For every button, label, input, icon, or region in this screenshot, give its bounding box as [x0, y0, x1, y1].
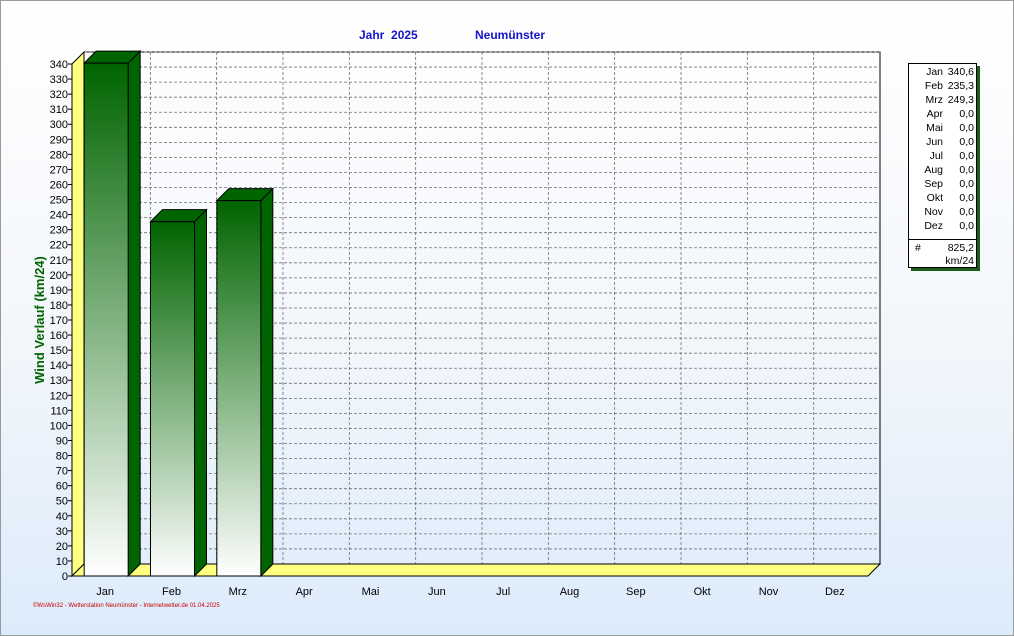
y-tick-label: 340	[50, 59, 68, 71]
legend-row: Nov 0,0	[909, 205, 976, 219]
legend-row: Mai 0,0	[909, 121, 976, 135]
legend-value: 0,0	[959, 206, 974, 218]
y-tick-label: 320	[50, 89, 68, 101]
y-tick-label: 160	[50, 330, 68, 342]
legend-month: Dez	[924, 220, 943, 232]
legend-month: Feb	[924, 80, 943, 92]
bar-side	[127, 49, 141, 578]
x-tick-label: Dez	[825, 586, 845, 598]
y-tick-label: 240	[50, 210, 68, 222]
legend-total-value: 825,2	[947, 242, 974, 254]
legend-table: # 825,2 km/24 Jan 340,6 Feb 235,3 Mrz 249,3 Ap…	[908, 63, 977, 268]
legend-row: Jun 0,0	[909, 135, 976, 149]
bar-side	[194, 208, 207, 578]
bar	[150, 221, 195, 577]
y-tick-label: 150	[50, 345, 68, 357]
legend-value: 0,0	[959, 122, 974, 134]
y-tick-label: 300	[50, 119, 68, 131]
legend-month: Apr	[926, 108, 943, 120]
x-tick-label: Aug	[560, 586, 580, 598]
x-tick-label: Jun	[428, 586, 446, 598]
y-tick-label: 60	[56, 481, 68, 493]
x-tick-label: Mrz	[229, 586, 247, 598]
y-tick-label: 140	[50, 360, 68, 372]
plot-side-wall	[71, 50, 85, 578]
y-tick-label: 90	[56, 435, 68, 447]
legend-value: 0,0	[959, 108, 974, 120]
y-tick-label: 310	[50, 104, 68, 116]
x-tick-label: Jan	[96, 586, 114, 598]
legend-value: 0,0	[959, 150, 974, 162]
legend-month: Jul	[929, 150, 943, 162]
y-tick-label: 200	[50, 270, 68, 282]
y-tick-label: 0	[62, 571, 68, 583]
legend-value: 235,3	[947, 80, 974, 92]
y-axis-label: Wind Verlauf (km/24)	[32, 256, 47, 384]
legend-value: 0,0	[959, 136, 974, 148]
y-tick-label: 30	[56, 526, 68, 538]
legend-month: Okt	[926, 192, 943, 204]
legend-row: Aug 0,0	[909, 163, 976, 177]
legend-row: Sep 0,0	[909, 177, 976, 191]
y-tick-label: 170	[50, 315, 68, 327]
y-tick-label: 130	[50, 375, 68, 387]
bar	[83, 62, 129, 577]
y-tick-label: 280	[50, 149, 68, 161]
legend-row: Jul 0,0	[909, 149, 976, 163]
legend-month: Sep	[924, 178, 943, 190]
legend-value: 0,0	[959, 178, 974, 190]
legend-month: Aug	[924, 164, 943, 176]
y-tick-label: 10	[56, 556, 68, 568]
legend-separator	[909, 239, 976, 240]
y-tick-label: 80	[56, 451, 68, 463]
legend-row: Mrz 249,3	[909, 93, 976, 107]
legend-row: Apr 0,0	[909, 107, 976, 121]
y-tick-label: 190	[50, 285, 68, 297]
legend-month: Nov	[924, 206, 943, 218]
legend-month: Mrz	[925, 94, 944, 106]
y-tick-label: 210	[50, 255, 68, 267]
y-tick-label: 220	[50, 240, 68, 252]
y-tick-label: 290	[50, 134, 68, 146]
bar-side	[260, 187, 274, 578]
legend-value: 249,3	[947, 94, 974, 106]
legend-value: 0,0	[959, 192, 974, 204]
x-tick-label: Mai	[362, 586, 380, 598]
legend-row: Dez 0,0	[909, 219, 976, 233]
x-tick-label: Sep	[626, 586, 646, 598]
y-tick-label: 100	[50, 420, 68, 432]
legend-row: Jan 340,6	[909, 65, 976, 79]
y-tick-label: 120	[50, 390, 68, 402]
y-tick-label: 270	[50, 164, 68, 176]
x-tick-label: Feb	[162, 586, 181, 598]
y-tick-label: 230	[50, 225, 68, 237]
y-tick-label: 110	[50, 405, 68, 417]
legend-unit: km/24	[945, 255, 974, 267]
legend-row: Feb 235,3	[909, 79, 976, 93]
y-tick-label: 330	[50, 74, 68, 86]
legend-row: Okt 0,0	[909, 191, 976, 205]
legend-month: Mai	[926, 122, 943, 134]
y-tick-label: 40	[56, 511, 68, 523]
x-tick-label: Nov	[759, 586, 779, 598]
bar	[216, 200, 262, 577]
legend-value: 340,6	[947, 66, 974, 78]
legend-value: 0,0	[959, 220, 974, 232]
x-tick-label: Okt	[694, 586, 711, 598]
y-tick-label: 180	[50, 300, 68, 312]
legend-total-symbol: #	[915, 242, 921, 254]
y-tick-label: 20	[56, 541, 68, 553]
legend-month: Jan	[926, 66, 943, 78]
legend-month: Jun	[926, 136, 943, 148]
legend-value: 0,0	[959, 164, 974, 176]
y-tick-label: 70	[56, 466, 68, 478]
footer-copyright: ©WsWin32 - Wetterstation Neumünster - In…	[33, 603, 220, 609]
x-tick-label: Jul	[496, 586, 510, 598]
y-tick-label: 250	[50, 195, 68, 207]
y-tick-label: 50	[56, 496, 68, 508]
x-tick-label: Apr	[296, 586, 313, 598]
wind-bar-chart: 0 10 20 30 40 50 60 70 80 90 100 110 120 130 140 150 160…	[32, 49, 882, 598]
y-tick-label: 260	[50, 179, 68, 191]
